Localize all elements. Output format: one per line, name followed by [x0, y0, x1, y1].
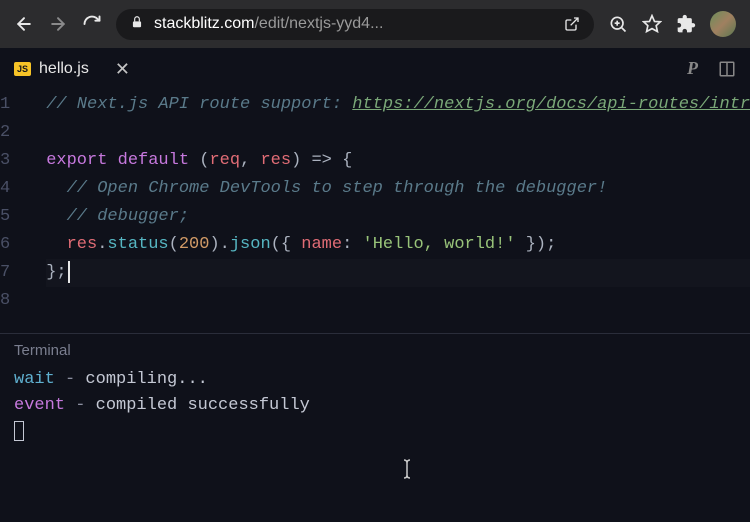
ibeam-cursor-icon: [400, 458, 414, 485]
reload-button[interactable]: [82, 14, 102, 34]
browser-toolbar: stackblitz.com/edit/nextjs-yyd4...: [0, 0, 750, 48]
close-tab-button[interactable]: ✕: [115, 60, 130, 78]
url-text: stackblitz.com/edit/nextjs-yyd4...: [154, 15, 554, 33]
open-external-icon[interactable]: [564, 16, 580, 32]
tab-label: hello.js: [39, 60, 89, 78]
back-button[interactable]: [14, 14, 34, 34]
js-file-icon: JS: [14, 62, 31, 76]
bookmark-star-icon[interactable]: [642, 14, 662, 34]
tab-hello-js[interactable]: JS hello.js ✕: [14, 60, 130, 78]
code-editor[interactable]: 1 2 3 4 5 6 7 8 // Next.js API route sup…: [0, 85, 750, 333]
terminal-output[interactable]: wait - compiling... event - compiled suc…: [14, 367, 736, 445]
extensions-icon[interactable]: [676, 14, 696, 34]
split-editor-icon[interactable]: [718, 60, 736, 78]
terminal-cursor: [14, 421, 24, 441]
zoom-icon[interactable]: [608, 14, 628, 34]
line-gutter: 1 2 3 4 5 6 7 8: [0, 91, 22, 315]
code-content[interactable]: // Next.js API route support: https://ne…: [22, 91, 750, 315]
editor-tabs: JS hello.js ✕ P: [0, 48, 750, 85]
text-cursor: [68, 261, 70, 283]
url-bar[interactable]: stackblitz.com/edit/nextjs-yyd4...: [116, 9, 594, 40]
terminal-panel: Terminal wait - compiling... event - com…: [0, 333, 750, 445]
prettier-icon[interactable]: P: [687, 58, 698, 79]
lock-icon: [130, 15, 144, 34]
forward-button[interactable]: [48, 14, 68, 34]
avatar[interactable]: [710, 11, 736, 37]
terminal-title: Terminal: [14, 342, 736, 359]
